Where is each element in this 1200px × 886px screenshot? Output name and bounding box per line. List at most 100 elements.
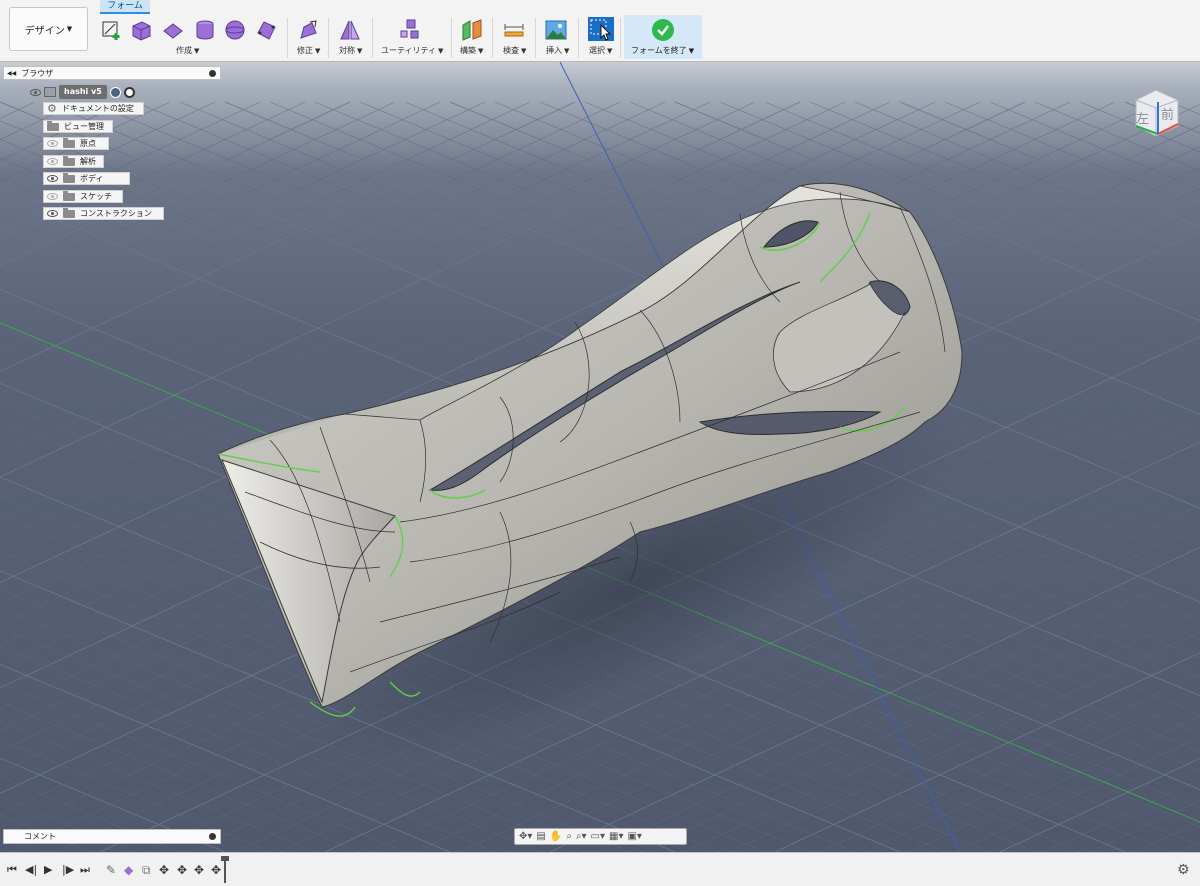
timeline-move-icon[interactable]: ✥ xyxy=(177,863,187,877)
chevron-down-icon: ▼ xyxy=(607,47,613,55)
pin-icon[interactable] xyxy=(209,833,216,840)
divider xyxy=(535,18,536,58)
measure-icon[interactable] xyxy=(503,19,525,41)
comments-panel[interactable]: コメント xyxy=(3,829,221,844)
tree-item-bodies[interactable]: ボディ xyxy=(43,172,130,185)
torus-icon[interactable] xyxy=(255,19,277,41)
group-select[interactable]: 選択 ▼ xyxy=(589,45,612,56)
chevron-down-icon: ▼ xyxy=(478,47,484,55)
gear-icon[interactable]: ⚙ xyxy=(1177,862,1190,878)
zoom-window-icon[interactable]: ⌕▾ xyxy=(576,831,587,842)
step-back-icon[interactable]: ◀| xyxy=(25,863,37,876)
eye-icon[interactable] xyxy=(47,140,58,147)
timeline-move-icon[interactable]: ✥ xyxy=(159,863,169,877)
plane-icon[interactable] xyxy=(162,19,184,41)
group-construct-label: 構築 xyxy=(460,46,476,55)
timeline-body-icon[interactable]: ⧉ xyxy=(142,863,151,878)
timeline-sketch-icon[interactable]: ✎ xyxy=(106,863,116,877)
box-icon[interactable] xyxy=(130,19,152,41)
tree-item-origin[interactable]: 原点 xyxy=(43,137,109,150)
finish-form-text: フォームを終了 xyxy=(631,46,687,55)
chevron-down-icon: ▼ xyxy=(66,25,73,33)
browser-root-label[interactable]: hashi v5 xyxy=(59,85,107,99)
activate-icon[interactable] xyxy=(123,86,135,98)
form-sketch-icon[interactable] xyxy=(101,19,123,41)
eye-icon[interactable] xyxy=(47,175,58,182)
symmetry-icon[interactable] xyxy=(339,19,361,41)
cylinder-icon[interactable] xyxy=(194,19,216,41)
timeline-form-icon[interactable]: ◆ xyxy=(124,863,133,877)
chevron-down-icon: ▼ xyxy=(688,47,695,55)
view-cube-left-label: 左 xyxy=(1136,112,1150,127)
group-insert[interactable]: 挿入 ▼ xyxy=(546,45,569,56)
select-icon[interactable] xyxy=(587,16,615,42)
group-modify[interactable]: 修正 ▼ xyxy=(297,45,320,56)
sphere-icon[interactable] xyxy=(224,19,246,41)
check-icon xyxy=(652,19,674,41)
divider xyxy=(328,18,329,58)
tree-item-construction[interactable]: コンストラクション xyxy=(43,207,164,220)
comments-label: コメント xyxy=(24,832,56,841)
divider xyxy=(620,18,621,58)
construct-icon[interactable] xyxy=(461,19,483,41)
go-to-start-icon[interactable]: ⏮ xyxy=(7,863,17,877)
grid-snap-icon[interactable]: ▦▾ xyxy=(609,831,623,842)
display-settings-icon[interactable]: ▭▾ xyxy=(591,831,605,842)
browser-panel-header[interactable]: ◀◀ ブラウザ xyxy=(3,66,221,80)
view-cube[interactable] xyxy=(1126,80,1186,140)
utility-icon[interactable] xyxy=(399,19,421,41)
eye-icon[interactable] xyxy=(30,88,41,96)
collapse-icon[interactable]: ◀◀ xyxy=(7,70,16,77)
folder-icon xyxy=(63,207,75,218)
info-icon[interactable] xyxy=(109,86,121,98)
form-body-model[interactable] xyxy=(0,62,1200,852)
folder-icon xyxy=(47,120,59,131)
tree-item-analysis[interactable]: 解析 xyxy=(43,155,104,168)
group-symmetry-label: 対称 xyxy=(339,46,355,55)
tab-form[interactable]: フォーム xyxy=(100,0,150,14)
chevron-down-icon: ▼ xyxy=(438,47,444,55)
timeline-move-icon[interactable]: ✥ xyxy=(194,863,204,877)
eye-icon[interactable] xyxy=(47,210,58,217)
divider xyxy=(451,18,452,58)
folder-icon xyxy=(63,190,75,201)
group-construct[interactable]: 構築 ▼ xyxy=(460,45,483,56)
group-inspect[interactable]: 検査 ▼ xyxy=(503,45,526,56)
canvas-viewport[interactable]: 左 前 xyxy=(0,62,1200,852)
group-symmetry[interactable]: 対称 ▼ xyxy=(339,45,362,56)
gear-icon: ⚙ xyxy=(47,102,57,115)
toolbar: デザイン ▼ フォーム 作成 ▼ 修正 ▼ 対称 ▼ ユーティリティ ▼ 構築 … xyxy=(0,0,1200,62)
insert-image-icon[interactable] xyxy=(545,19,567,41)
edit-form-icon[interactable] xyxy=(298,19,320,41)
pin-icon[interactable] xyxy=(209,69,216,77)
tree-item-sketches[interactable]: スケッチ xyxy=(43,190,123,203)
play-icon[interactable]: ▶ xyxy=(44,863,52,876)
eye-icon[interactable] xyxy=(47,193,58,200)
folder-icon xyxy=(63,137,75,148)
orbit-icon[interactable]: ✥▾ xyxy=(519,831,532,842)
step-forward-icon[interactable]: |▶ xyxy=(62,863,74,876)
eye-icon[interactable] xyxy=(47,158,58,165)
look-at-icon[interactable]: ▤ xyxy=(536,831,545,842)
tree-item-label: ボディ xyxy=(80,174,104,183)
group-create[interactable]: 作成 ▼ xyxy=(176,45,199,56)
tree-item-label: 原点 xyxy=(80,139,96,148)
go-to-end-icon[interactable]: ⏭ xyxy=(80,863,90,877)
finish-form-button[interactable]: フォームを終了 ▼ xyxy=(624,15,702,59)
group-modify-label: 修正 xyxy=(297,46,313,55)
group-utility[interactable]: ユーティリティ ▼ xyxy=(381,45,443,56)
viewports-icon[interactable]: ▣▾ xyxy=(627,831,641,842)
divider xyxy=(578,18,579,58)
chevron-down-icon: ▼ xyxy=(315,47,321,55)
tree-item-named-views[interactable]: ビュー管理 xyxy=(43,120,113,133)
group-select-label: 選択 xyxy=(589,46,605,55)
browser-root[interactable]: hashi v5 xyxy=(30,85,135,99)
timeline-marker-handle[interactable] xyxy=(221,856,229,861)
timeline-move-icon[interactable]: ✥ xyxy=(211,863,221,877)
tree-item-document-settings[interactable]: ⚙ ドキュメントの設定 xyxy=(43,102,144,115)
pan-icon[interactable]: ✋ xyxy=(550,831,562,842)
workspace-dropdown[interactable]: デザイン ▼ xyxy=(9,7,88,51)
divider xyxy=(287,18,288,58)
zoom-icon[interactable]: ⌕ xyxy=(566,831,572,842)
browser-title: ブラウザ xyxy=(21,68,54,78)
